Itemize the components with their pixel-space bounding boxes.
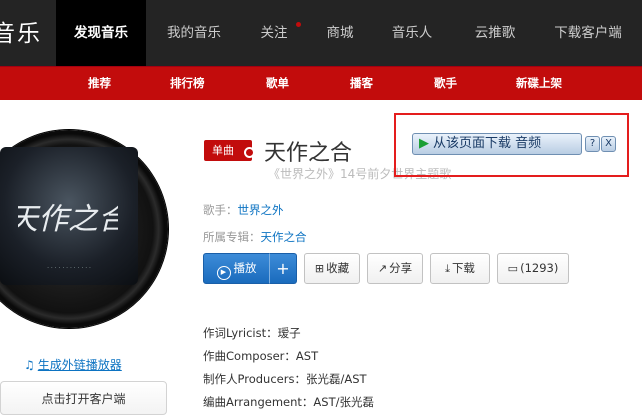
sub-nav: 推荐 排行榜 歌单 播客 歌手 新碟上架 — [0, 66, 642, 100]
nav-download-client[interactable]: 下载客户端 — [542, 0, 634, 66]
subnav-new-albums[interactable]: 新碟上架 — [516, 67, 562, 100]
credit-arrangement: 编曲Arrangement：AST/张光磊 — [203, 395, 374, 409]
nav-promote[interactable]: 云推歌 — [460, 0, 530, 66]
download-audio-label: 从该页面下载 音频 — [433, 136, 542, 151]
cover-title-text: 天作之合 — [18, 202, 118, 237]
credit-producers: 制作人Producers：张光磊/AST — [203, 372, 367, 386]
share-label: 分享 — [389, 261, 413, 275]
play-circle-icon: ▶ — [216, 266, 231, 280]
music-page: 音乐 发现音乐 我的音乐 关注 商城 音乐人 云推歌 下载客户端 推荐 排行榜 … — [0, 0, 642, 415]
share-button[interactable]: ↗ 分享 — [367, 253, 423, 284]
subnav-podcasts[interactable]: 播客 — [350, 67, 373, 100]
album-label: 所属专辑： — [203, 230, 261, 244]
help-icon[interactable]: ? — [585, 136, 600, 152]
play-label: 播放 — [233, 261, 257, 275]
album-row: 所属专辑：天作之合 — [203, 229, 307, 245]
nav-follow[interactable]: 关注 — [246, 0, 302, 66]
play-button[interactable]: ▶ 播放 — [203, 253, 270, 284]
subnav-playlists[interactable]: 歌单 — [266, 67, 289, 100]
nav-discover[interactable]: 发现音乐 — [56, 0, 146, 66]
cover-subtitle-line: · · · · · · · · · · · · — [47, 265, 91, 272]
notification-dot — [296, 22, 301, 27]
download-audio-button[interactable]: ▶ 从该页面下载 音频 — [412, 133, 582, 155]
collect-label: 收藏 — [326, 261, 350, 275]
share-icon: ↗ — [377, 262, 388, 275]
comment-icon: ▭ — [507, 262, 519, 275]
credit-composer: 作曲Composer：AST — [203, 349, 319, 363]
singer-row: 歌手：世界之外 — [203, 202, 284, 218]
generate-player-label: 生成外链播放器 — [37, 358, 122, 372]
folder-plus-icon: ⊞ — [314, 262, 325, 275]
download-button[interactable]: ⤓ 下载 — [430, 253, 490, 284]
singer-link[interactable]: 世界之外 — [238, 203, 284, 217]
download-icon: ⤓ — [445, 262, 450, 275]
album-link[interactable]: 天作之合 — [261, 230, 307, 244]
cover-calligraphy: 天作之合 — [18, 202, 118, 237]
add-to-queue-button[interactable]: + — [269, 253, 297, 284]
nav-my-music[interactable]: 我的音乐 — [156, 0, 232, 66]
top-nav: 音乐 发现音乐 我的音乐 关注 商城 音乐人 云推歌 下载客户端 — [0, 0, 642, 66]
collect-button[interactable]: ⊞ 收藏 — [304, 253, 360, 284]
comment-count: (1293) — [520, 261, 559, 275]
nav-musician[interactable]: 音乐人 — [380, 0, 444, 66]
open-client-button[interactable]: 点击打开客户端 — [0, 381, 167, 415]
subnav-artists[interactable]: 歌手 — [434, 67, 457, 100]
nav-mall[interactable]: 商城 — [312, 0, 368, 66]
brand-logo[interactable]: 音乐 — [0, 14, 42, 48]
credit-lyricist: 作词Lyricist：瑷子 — [203, 326, 301, 340]
comment-button[interactable]: ▭ (1293) — [497, 253, 569, 284]
download-label: 下载 — [451, 261, 475, 275]
single-tag: 单曲 — [204, 140, 255, 161]
song-title: 天作之合 — [264, 141, 353, 166]
subnav-recommend[interactable]: 推荐 — [88, 67, 111, 100]
generate-player-link[interactable]: ♫ 生成外链播放器 — [24, 356, 122, 373]
singer-label: 歌手： — [203, 203, 238, 217]
play-triangle-icon: ▶ — [419, 136, 429, 151]
subnav-charts[interactable]: 排行榜 — [170, 67, 205, 100]
music-note-icon: ♫ — [24, 358, 35, 372]
album-cover: 天作之合 · · · · · · · · · · · · — [0, 147, 138, 285]
close-icon[interactable]: X — [601, 136, 616, 152]
